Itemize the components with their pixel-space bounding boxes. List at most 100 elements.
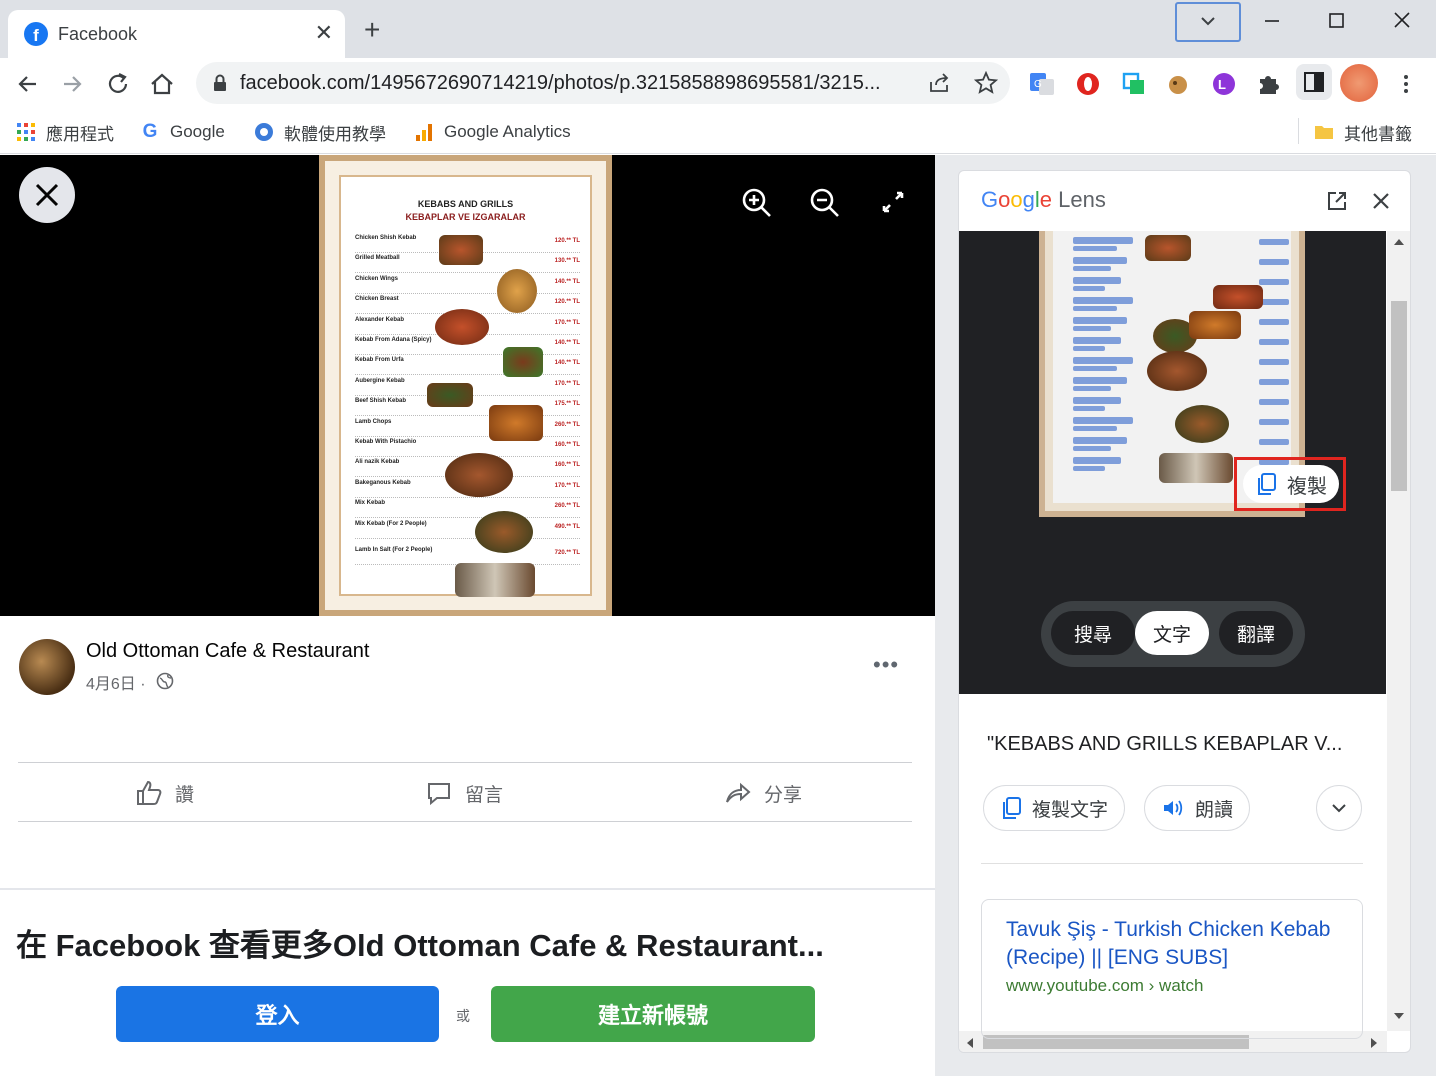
like-label: 讚 <box>175 784 195 806</box>
tab-close-icon[interactable]: ✕ <box>315 20 333 46</box>
globe-icon <box>156 672 174 690</box>
squirrel-extension-icon[interactable] <box>1164 70 1192 98</box>
detected-price-line <box>1259 259 1289 265</box>
menu-row-divider <box>355 272 580 274</box>
lens-vertical-scrollbar[interactable] <box>1387 231 1410 1031</box>
bookmark-label: 軟體使用教學 <box>284 124 386 144</box>
reload-button[interactable] <box>104 70 132 98</box>
bookmark-apps[interactable]: 應用程式 <box>16 120 114 144</box>
detected-price-line <box>1259 279 1289 285</box>
food-image <box>427 383 473 407</box>
like-button[interactable]: 讚 <box>135 779 194 807</box>
puzzle-extensions-icon[interactable] <box>1254 70 1282 98</box>
post-more-button[interactable]: ••• <box>873 652 899 678</box>
copy-button[interactable]: 複製 <box>1243 465 1339 503</box>
analytics-bars-icon <box>414 122 434 142</box>
create-account-button[interactable]: 建立新帳號 <box>491 986 815 1042</box>
food-image <box>439 235 483 265</box>
minimize-button[interactable] <box>1252 6 1292 36</box>
result-title-link[interactable]: Tavuk Şiş - Turkish Chicken Kebab (Recip… <box>1006 916 1346 972</box>
chevron-down-icon <box>1201 17 1215 26</box>
close-window-button[interactable] <box>1382 6 1422 36</box>
divider <box>981 863 1363 864</box>
copy-tabs-extension-icon[interactable] <box>1120 70 1148 98</box>
browser-menu-button[interactable] <box>1392 70 1420 98</box>
url-text[interactable]: facebook.com/1495672690714219/photos/p.3… <box>240 72 920 95</box>
scroll-right-icon[interactable] <box>1369 1037 1379 1049</box>
share-button[interactable]: 分享 <box>724 779 802 807</box>
bookmark-star-icon[interactable] <box>974 71 998 95</box>
expand-icon <box>882 191 904 213</box>
scrollbar-thumb[interactable] <box>1391 301 1407 491</box>
detected-price-line <box>1259 379 1289 385</box>
tab-search-button[interactable] <box>1175 2 1241 42</box>
copy-icon <box>1258 473 1276 495</box>
login-button[interactable]: 登入 <box>116 986 439 1042</box>
more-vertical-icon <box>1404 75 1408 93</box>
food-image <box>1145 235 1191 261</box>
post-date[interactable]: 4月6日 · <box>86 670 146 694</box>
page-avatar[interactable] <box>19 639 75 695</box>
bookmark-label: 應用程式 <box>46 124 114 144</box>
detected-text-line <box>1073 417 1133 424</box>
menu-item-price: 120.** TL <box>554 238 580 244</box>
recognized-text[interactable]: "KEBABS AND GRILLS KEBAPLAR V... <box>987 733 1342 756</box>
side-panel-button[interactable] <box>1296 64 1332 100</box>
address-bar[interactable]: facebook.com/1495672690714219/photos/p.3… <box>196 62 1010 104</box>
bookmark-google[interactable]: G Google <box>140 120 225 144</box>
food-image <box>503 347 543 377</box>
arrow-left-icon <box>18 76 36 92</box>
copy-text-button[interactable]: 複製文字 <box>983 785 1126 831</box>
food-image <box>497 269 537 313</box>
apps-grid-icon <box>16 122 36 142</box>
title-bar: f Facebook ✕ + <box>0 0 1436 58</box>
menu-item-price: 260.** TL <box>554 421 580 428</box>
home-button[interactable] <box>148 70 176 98</box>
facebook-favicon-icon: f <box>24 22 48 46</box>
zoom-out-button[interactable] <box>807 185 841 219</box>
scroll-up-icon[interactable] <box>1393 237 1405 247</box>
opera-extension-icon[interactable] <box>1074 70 1102 98</box>
scroll-left-icon[interactable] <box>965 1037 975 1049</box>
detected-text-line <box>1073 446 1111 451</box>
bookmark-label: Google <box>170 122 225 141</box>
search-result-card[interactable]: Tavuk Şiş - Turkish Chicken Kebab (Recip… <box>981 899 1363 1039</box>
open-new-tab-icon[interactable] <box>1325 189 1349 213</box>
tab-title: Facebook <box>58 24 138 44</box>
tab-facebook[interactable]: f Facebook ✕ <box>8 10 345 58</box>
fullscreen-button[interactable] <box>876 185 910 219</box>
google-translate-extension-icon[interactable]: G <box>1028 70 1056 98</box>
share-page-icon[interactable] <box>928 72 952 94</box>
profile-avatar[interactable] <box>1340 64 1378 102</box>
mode-search-button[interactable]: 搜尋 <box>1051 611 1135 655</box>
menu-item: Chicken Wings 140.** TL <box>355 276 580 294</box>
mode-text-button[interactable]: 文字 <box>1135 611 1209 655</box>
forward-button[interactable] <box>58 70 86 98</box>
expand-text-button[interactable] <box>1316 785 1362 831</box>
mode-translate-button[interactable]: 翻譯 <box>1219 611 1293 655</box>
menu-item-name: Chicken Breast <box>355 296 399 303</box>
menu-item-price: 490.** TL <box>554 523 580 530</box>
menu-item-price: 160.** TL <box>554 442 580 448</box>
or-separator: 或 <box>456 1008 470 1024</box>
page-name-link[interactable]: Old Ottoman Cafe & Restaurant <box>86 640 369 663</box>
bookmark-label: 其他書籤 <box>1344 124 1412 144</box>
bookmark-google-analytics[interactable]: Google Analytics <box>414 120 571 144</box>
new-tab-icon[interactable]: + <box>364 16 380 44</box>
comment-button[interactable]: 留言 <box>425 779 503 807</box>
zoom-in-button[interactable] <box>739 185 773 219</box>
menu-item-name: Mix Kebab <box>355 500 386 507</box>
purple-extension-icon[interactable]: L <box>1210 70 1238 98</box>
scroll-down-icon[interactable] <box>1393 1011 1405 1021</box>
lens-image-preview: 複製 搜尋 文字 翻譯 <box>959 231 1386 694</box>
read-aloud-button[interactable]: 朗讀 <box>1144 785 1251 831</box>
maximize-button[interactable] <box>1316 6 1356 36</box>
bookmark-software-tutorial[interactable]: 軟體使用教學 <box>254 120 386 144</box>
close-viewer-button[interactable] <box>19 167 75 223</box>
close-icon <box>35 183 59 207</box>
bookmark-other[interactable]: 其他書籤 <box>1314 120 1412 144</box>
back-button[interactable] <box>14 70 42 98</box>
close-lens-icon[interactable] <box>1369 189 1393 213</box>
menu-row-divider <box>355 374 580 376</box>
speaker-icon <box>1164 800 1183 816</box>
